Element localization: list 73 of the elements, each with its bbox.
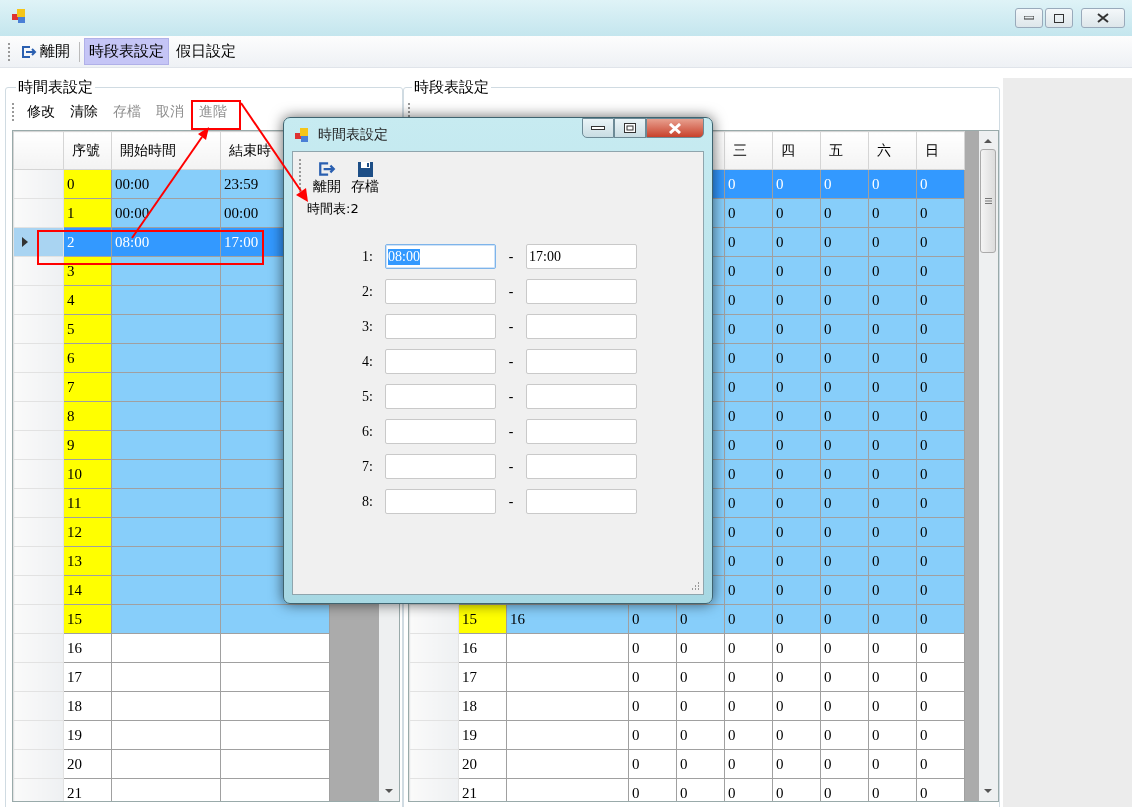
close-button[interactable] bbox=[1081, 8, 1125, 28]
maximize-button[interactable] bbox=[1045, 8, 1073, 28]
slot-label: 5: bbox=[361, 388, 373, 405]
range-dash: - bbox=[507, 283, 515, 300]
toolbar-button[interactable]: 清除 bbox=[64, 101, 104, 123]
toolbar-button[interactable]: 存檔 bbox=[349, 162, 381, 196]
column-header[interactable]: 三 bbox=[724, 131, 773, 170]
maximize-button[interactable] bbox=[614, 118, 646, 138]
minimize-button[interactable] bbox=[582, 118, 614, 138]
maximize-icon bbox=[624, 123, 636, 133]
end-time-field[interactable]: 17:00 bbox=[526, 244, 637, 269]
range-dash: - bbox=[507, 248, 515, 265]
close-icon bbox=[1097, 13, 1109, 23]
scroll-thumb[interactable] bbox=[980, 149, 997, 253]
end-time-field[interactable] bbox=[526, 314, 637, 339]
end-time-field[interactable] bbox=[526, 384, 637, 409]
column-header[interactable]: 序號 bbox=[63, 131, 112, 170]
range-dash: - bbox=[507, 388, 515, 405]
column-header[interactable]: 四 bbox=[772, 131, 821, 170]
start-time-field[interactable] bbox=[385, 279, 496, 304]
start-time-field[interactable] bbox=[385, 384, 496, 409]
close-icon bbox=[668, 122, 682, 134]
slot-label: 2: bbox=[361, 283, 373, 300]
start-time-field[interactable] bbox=[385, 314, 496, 339]
start-time-field[interactable] bbox=[385, 419, 496, 444]
slot-label: 3: bbox=[361, 318, 373, 335]
slot-label: 1: bbox=[361, 248, 373, 265]
range-dash: - bbox=[507, 353, 515, 370]
end-time-field[interactable] bbox=[526, 279, 637, 304]
minimize-icon bbox=[1024, 16, 1034, 20]
column-header[interactable]: 六 bbox=[868, 131, 917, 170]
slot-label: 4: bbox=[361, 353, 373, 370]
menu-item[interactable]: 離開 bbox=[16, 38, 75, 65]
exit-icon bbox=[21, 44, 37, 59]
scroll-down-icon bbox=[385, 789, 394, 793]
slot-label: 7: bbox=[361, 458, 373, 475]
table-cell: 16 bbox=[506, 604, 629, 634]
end-time-field[interactable] bbox=[526, 419, 637, 444]
slot-label: 6: bbox=[361, 423, 373, 440]
minimize-icon bbox=[591, 126, 605, 130]
end-time-field[interactable] bbox=[526, 489, 637, 514]
maximize-icon bbox=[1054, 13, 1064, 23]
end-time-field[interactable] bbox=[526, 454, 637, 479]
column-header[interactable]: 五 bbox=[820, 131, 869, 170]
resize-grip-icon[interactable] bbox=[690, 581, 700, 591]
column-header[interactable]: 開始時間 bbox=[111, 131, 221, 170]
corner-header bbox=[13, 131, 64, 170]
range-dash: - bbox=[507, 318, 515, 335]
end-time-field[interactable] bbox=[526, 349, 637, 374]
scroll-up-icon bbox=[984, 139, 993, 143]
start-time-field[interactable] bbox=[385, 489, 496, 514]
row-header[interactable] bbox=[409, 604, 459, 634]
group-title: 時段表設定 bbox=[413, 78, 490, 97]
column-header[interactable]: 日 bbox=[916, 131, 965, 170]
toolbar-button[interactable]: 修改 bbox=[21, 101, 61, 123]
menu-item[interactable]: 假日設定 bbox=[171, 38, 241, 65]
start-time-field[interactable] bbox=[385, 349, 496, 374]
app-icon bbox=[11, 8, 27, 24]
range-dash: - bbox=[507, 493, 515, 510]
scroll-down-icon bbox=[984, 789, 993, 793]
range-dash: - bbox=[507, 458, 515, 475]
annotation-box bbox=[191, 100, 241, 130]
app-icon bbox=[294, 127, 310, 143]
grip-icon bbox=[984, 198, 992, 204]
group-title: 時間表設定 bbox=[17, 78, 94, 97]
start-time-field[interactable] bbox=[385, 454, 496, 479]
menu-item[interactable]: 時段表設定 bbox=[84, 38, 169, 65]
exit-icon bbox=[318, 161, 336, 177]
current-row-icon bbox=[22, 236, 28, 247]
save-icon bbox=[357, 162, 373, 177]
slot-label: 8: bbox=[361, 493, 373, 510]
vertical-scrollbar[interactable] bbox=[978, 131, 998, 801]
range-dash: - bbox=[507, 423, 515, 440]
